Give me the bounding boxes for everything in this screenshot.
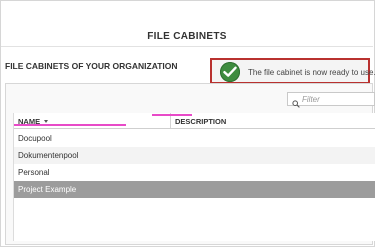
cell-name: Dokumentenpool xyxy=(18,151,79,160)
cell-name: Docupool xyxy=(18,134,52,143)
highlight-line xyxy=(152,114,192,116)
page-header: FILE CABINETS xyxy=(1,1,373,47)
cell-name: Project Example xyxy=(18,185,77,194)
section-title: FILE CABINETS OF YOUR ORGANIZATION xyxy=(5,61,178,71)
column-header-description[interactable]: DESCRIPTION xyxy=(175,117,226,126)
highlight-line xyxy=(14,124,126,126)
cell-name: Personal xyxy=(18,168,50,177)
table-header: NAME DESCRIPTION xyxy=(14,113,375,129)
filter-input[interactable] xyxy=(302,93,372,105)
check-circle-icon xyxy=(220,62,240,82)
notification-message: The file cabinet is now ready to use. xyxy=(248,68,375,77)
table-row[interactable]: Dokumentenpool xyxy=(14,147,375,164)
sort-descending-icon xyxy=(44,120,49,123)
filter-field[interactable] xyxy=(287,92,375,108)
search-icon xyxy=(292,95,300,113)
page-title: FILE CABINETS xyxy=(147,31,227,42)
table-row[interactable]: Docupool xyxy=(14,130,375,147)
file-cabinets-table: NAME DESCRIPTION Docupool Dokumentenpool… xyxy=(13,113,375,241)
table-row[interactable]: Personal xyxy=(14,164,375,181)
success-notification: The file cabinet is now ready to use. xyxy=(210,58,375,84)
table-row-selected[interactable]: Project Example xyxy=(14,181,375,198)
